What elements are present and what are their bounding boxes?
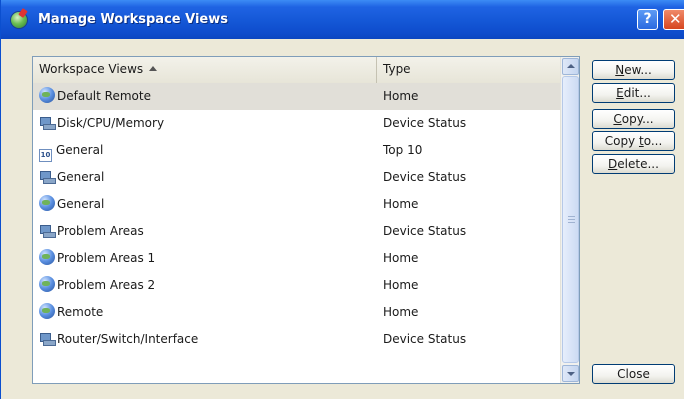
workspace-view-type: Device Status — [383, 224, 467, 238]
globe-icon — [39, 195, 55, 211]
button-accelerator: C — [613, 112, 622, 126]
button-accelerator: N — [615, 63, 625, 77]
workspace-view-name: General — [39, 191, 104, 218]
workspace-view-type: Device Status — [383, 116, 467, 130]
arrow-down-icon — [567, 372, 575, 376]
top10-icon: 10 — [39, 149, 52, 162]
workspace-view-label: Default Remote — [57, 89, 151, 103]
copy-button[interactable]: Copy... — [592, 109, 675, 129]
workspace-view-name: Problem Areas 1 — [39, 245, 155, 272]
workspace-view-name: 10 General — [39, 137, 103, 164]
window-title: Manage Workspace Views — [38, 12, 228, 27]
device-status-icon — [39, 170, 56, 184]
workspace-view-label: General — [56, 143, 104, 157]
workspace-view-type: Home — [383, 305, 419, 319]
delete-button[interactable]: Delete... — [592, 154, 675, 174]
help-button[interactable]: ? — [637, 9, 658, 30]
new-button[interactable]: New... — [592, 60, 675, 80]
list-item[interactable]: Disk/CPU/Memory Device Status — [33, 110, 560, 137]
workspace-view-label: Router/Switch/Interface — [57, 332, 199, 346]
list-item[interactable]: Problem Areas Device Status — [33, 218, 560, 245]
workspace-views-list[interactable]: Workspace Views Type Default Remote Home D… — [32, 56, 580, 384]
scrollbar-thumb[interactable] — [562, 76, 579, 363]
grip-line — [568, 216, 575, 217]
edit-button[interactable]: Edit... — [592, 83, 675, 103]
list-item[interactable]: General Device Status — [33, 164, 560, 191]
workspace-view-label: Disk/CPU/Memory — [57, 116, 165, 130]
grip-line — [568, 219, 575, 220]
list-item[interactable]: Problem Areas 2 Home — [33, 272, 560, 299]
list-rows: Default Remote Home Disk/CPU/Memory Device … — [33, 83, 560, 353]
button-accelerator: E — [616, 86, 624, 100]
button-label: Copy — [604, 134, 639, 148]
column-header-type[interactable]: Type — [377, 57, 560, 83]
workspace-view-type: Top 10 — [383, 143, 423, 157]
workspace-view-type: Home — [383, 251, 419, 265]
button-label: o... — [643, 134, 663, 148]
button-label: opy... — [621, 112, 654, 126]
workspace-view-type: Device Status — [383, 170, 467, 184]
close-window-button[interactable]: ✕ — [663, 9, 684, 30]
list-item[interactable]: General Home — [33, 191, 560, 218]
scroll-down-button[interactable] — [562, 365, 579, 382]
workspace-view-label: Problem Areas 1 — [57, 251, 156, 265]
copy-to-button[interactable]: Copy to... — [592, 131, 675, 151]
globe-icon — [39, 303, 55, 319]
workspace-view-name: General — [39, 164, 104, 191]
manage-workspace-views-dialog: Manage Workspace Views ? ✕ Workspace Vie… — [0, 0, 684, 399]
workspace-view-label: Problem Areas 2 — [57, 278, 156, 292]
grip-line — [568, 222, 575, 223]
list-item[interactable]: 10 General Top 10 — [33, 137, 560, 164]
workspace-view-name: Default Remote — [39, 83, 151, 110]
workspace-view-type: Home — [383, 278, 419, 292]
globe-icon — [39, 276, 55, 292]
column-header-label: Workspace Views — [39, 62, 144, 76]
list-item[interactable]: Remote Home — [33, 299, 560, 326]
sort-ascending-icon — [149, 66, 158, 71]
button-label: ew... — [624, 63, 652, 77]
workspace-view-name: Problem Areas — [39, 218, 144, 245]
device-status-icon — [39, 224, 56, 238]
workspace-view-label: General — [57, 197, 105, 211]
device-status-icon — [39, 116, 56, 130]
arrow-up-icon — [567, 64, 575, 68]
workspace-view-name: Remote — [39, 299, 103, 326]
button-accelerator: D — [608, 157, 618, 171]
column-header-label: Type — [383, 62, 411, 76]
workspace-view-label: General — [57, 170, 105, 184]
list-item[interactable]: Router/Switch/Interface Device Status — [33, 326, 560, 353]
list-item[interactable]: Default Remote Home — [33, 83, 560, 110]
workspace-view-label: Problem Areas — [57, 224, 144, 238]
close-button[interactable]: Close — [592, 364, 675, 384]
vertical-scrollbar[interactable] — [560, 57, 579, 383]
workspace-view-type: Home — [383, 89, 419, 103]
column-header-workspace-views[interactable]: Workspace Views — [33, 57, 377, 83]
workspace-view-type: Device Status — [383, 332, 467, 346]
workspace-view-type: Home — [383, 197, 419, 211]
workspace-view-name: Problem Areas 2 — [39, 272, 155, 299]
button-label: dit... — [623, 86, 651, 100]
button-label: Close — [617, 367, 650, 381]
workspace-view-name: Router/Switch/Interface — [39, 326, 198, 353]
button-label: elete... — [617, 157, 659, 171]
title-bar[interactable]: Manage Workspace Views ? ✕ — [1, 0, 684, 39]
list-item[interactable]: Problem Areas 1 Home — [33, 245, 560, 272]
workspace-view-name: Disk/CPU/Memory — [39, 110, 164, 137]
app-icon — [11, 12, 27, 28]
device-status-icon — [39, 332, 56, 346]
scroll-up-button[interactable] — [562, 58, 579, 75]
workspace-view-label: Remote — [57, 305, 104, 319]
globe-icon — [39, 87, 55, 103]
list-header: Workspace Views Type — [33, 57, 560, 84]
globe-icon — [39, 249, 55, 265]
